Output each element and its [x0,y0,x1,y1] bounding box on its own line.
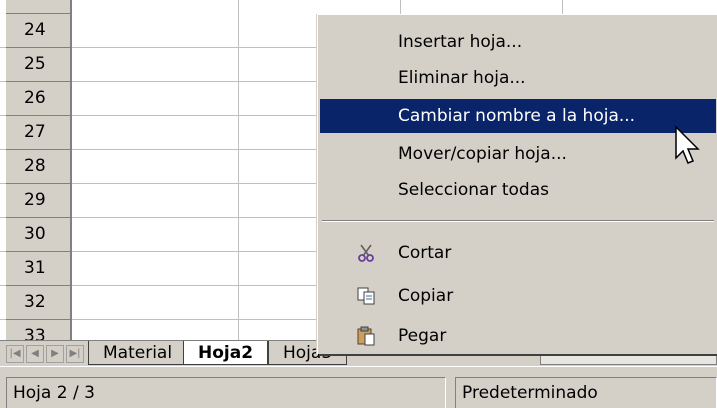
rename-sheet-menu-item[interactable]: Cambiar nombre a la hoja... [320,99,716,133]
row-header[interactable]: 31 [6,252,72,286]
last-sheet-icon[interactable]: ▶| [66,345,84,363]
row-header[interactable]: 32 [6,286,72,320]
row-header[interactable]: 28 [6,150,72,184]
row-header[interactable]: 30 [6,218,72,252]
row-header[interactable]: 24 [6,14,72,48]
row-header[interactable]: 26 [6,82,72,116]
menu-separator [322,220,714,222]
paste-menu-item[interactable]: Pegar [320,319,716,353]
sheet-tab-material[interactable]: Material [88,341,188,365]
row-header[interactable]: 33 [6,320,72,340]
cut-label: Cortar [398,243,452,263]
paste-label: Pegar [398,326,447,346]
sheet-position-status: Hoja 2 / 3 [6,377,446,408]
row-header [6,0,72,14]
cut-menu-item[interactable]: Cortar [320,236,716,270]
delete-sheet-menu-item[interactable]: Eliminar hoja... [320,61,716,95]
prev-sheet-icon[interactable]: ◀ [26,345,44,363]
sheet-context-menu: Insertar hoja... Eliminar hoja... Cambia… [317,14,717,354]
sheet-tab-hoja2[interactable]: Hoja2 [183,341,269,365]
row-header[interactable]: 25 [6,48,72,82]
row-header[interactable]: 29 [6,184,72,218]
copy-icon [357,287,375,305]
insert-sheet-menu-item[interactable]: Insertar hoja... [320,25,716,59]
next-sheet-icon[interactable]: ▶ [46,345,64,363]
copy-label: Copiar [398,286,454,306]
select-all-sheets-menu-item[interactable]: Seleccionar todas [320,173,716,207]
move-copy-sheet-menu-item[interactable]: Mover/copiar hoja... [320,137,716,171]
mouse-pointer-icon [675,125,700,164]
status-bar: Hoja 2 / 3 Predeterminado [0,366,717,408]
paste-icon [357,326,375,346]
copy-menu-item[interactable]: Copiar [320,279,716,313]
page-style-status: Predeterminado [455,377,717,408]
scissors-icon [358,244,374,262]
row-header[interactable]: 27 [6,116,72,150]
first-sheet-icon[interactable]: |◀ [6,345,24,363]
